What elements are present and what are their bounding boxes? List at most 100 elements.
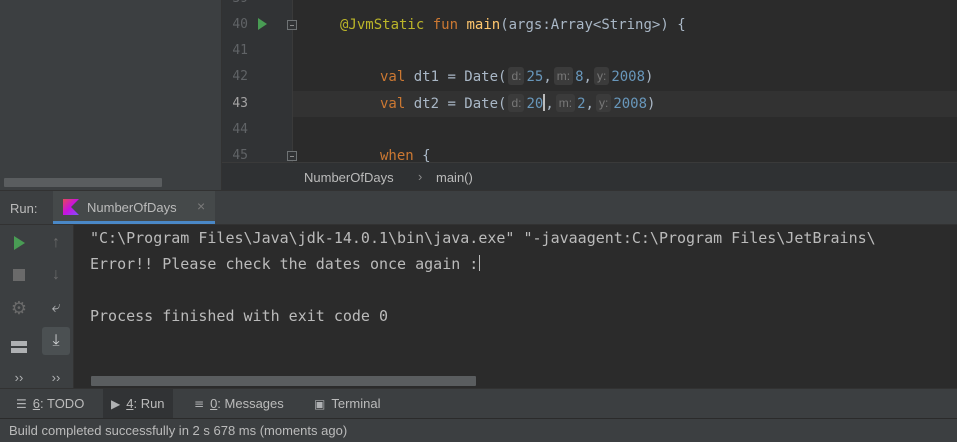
function-name-token: main — [466, 17, 501, 33]
run-main-gutter-icon[interactable] — [258, 18, 267, 30]
stop-button[interactable] — [5, 261, 33, 289]
arrow-down-icon: ↓ — [52, 266, 60, 283]
code-line: when { — [380, 143, 431, 162]
code-line: val dt1 = Date(d: 25, m: 8, y: 2008) — [380, 64, 653, 90]
tool-window-label: : Messages — [217, 396, 284, 411]
line-number-current: 43 — [232, 96, 248, 111]
param-hint-y: y: — [593, 67, 610, 85]
line-number: 42 — [232, 69, 248, 84]
tool-window-run-button[interactable]: ▶ 4: Run — [103, 389, 173, 418]
number-token: 8 — [575, 69, 584, 85]
messages-icon: ≡ — [194, 396, 205, 411]
number-token: 2008 — [611, 69, 646, 85]
project-panel — [0, 0, 222, 190]
keyword-token: val — [380, 96, 406, 112]
status-bar: Build completed successfully in 2 s 678 … — [0, 418, 957, 442]
run-toolbar-primary: ⚙ ›› — [0, 225, 38, 388]
more-actions-button[interactable]: ›› — [5, 363, 33, 391]
comma-token: , — [585, 96, 594, 112]
next-occurrence-button[interactable]: ↓ — [42, 261, 70, 289]
previous-occurrence-button[interactable]: ↑ — [42, 229, 70, 257]
mnemonic: 4 — [126, 396, 134, 411]
param-hint-y: y: — [595, 94, 612, 112]
comma-token: , — [583, 69, 592, 85]
arrow-up-icon: ↑ — [52, 234, 60, 251]
tool-window-label: : Run — [133, 396, 165, 411]
line-number: 40 — [232, 17, 248, 32]
code-area[interactable]: @JvmStatic fun main(args:Array<String>) … — [293, 0, 957, 162]
comma-token: , — [545, 96, 554, 112]
layout-icon — [11, 341, 27, 353]
line-number: 44 — [232, 122, 248, 137]
code-editor[interactable]: 39 40 41 42 43 44 45 @JvmStatic fun main… — [0, 0, 957, 190]
number-token: 2 — [577, 96, 586, 112]
scroll-to-end-icon: ⤓ — [52, 332, 60, 349]
breadcrumb-item-class[interactable]: NumberOfDays — [304, 170, 394, 185]
paren-token: ) — [645, 69, 654, 85]
terminal-icon: ▣ — [314, 396, 326, 411]
project-horizontal-scrollbar[interactable] — [4, 178, 162, 187]
scroll-to-end-button[interactable]: ⤓ — [42, 327, 70, 355]
tool-window-todo-button[interactable]: ☰ 6: TODO — [8, 389, 92, 418]
keyword-token: fun — [432, 17, 459, 33]
number-token: 20 — [526, 96, 544, 112]
param-hint-m: m: — [553, 67, 574, 85]
breadcrumb-separator-icon: › — [418, 169, 423, 184]
param-hint-m: m: — [555, 94, 576, 112]
line-number: 41 — [232, 43, 248, 58]
keyword-token: val — [380, 69, 406, 85]
console-line: "C:\Program Files\Java\jdk-14.0.1\bin\ja… — [90, 229, 876, 247]
close-icon[interactable]: × — [197, 198, 205, 214]
stop-icon — [13, 269, 25, 281]
code-line-current: val dt2 = Date(d: 20, m: 2, y: 2008) — [380, 91, 655, 117]
declaration-token: dt2 = Date( — [405, 96, 507, 112]
run-config-tab[interactable]: NumberOfDays × — [53, 191, 215, 224]
console-horizontal-scrollbar[interactable] — [91, 376, 476, 386]
annotation-token: @JvmStatic — [340, 17, 425, 33]
breadcrumb-item-method[interactable]: main() — [436, 170, 473, 185]
line-number: 39 — [222, 0, 248, 12]
run-window-header: Run: NumberOfDays × — [0, 190, 957, 225]
console-output[interactable]: "C:\Program Files\Java\jdk-14.0.1\bin\ja… — [75, 225, 957, 388]
tool-window-label: Terminal — [331, 396, 381, 411]
param-hint-d: d: — [508, 67, 525, 85]
paren-token: ) — [647, 96, 656, 112]
console-line: Process finished with exit code 0 — [90, 307, 389, 325]
restore-layout-button[interactable] — [5, 333, 33, 361]
number-token: 25 — [526, 69, 544, 85]
tool-window-label: : TODO — [40, 396, 85, 411]
brace-token: { — [413, 148, 431, 162]
play-icon: ▶ — [111, 396, 121, 411]
settings-button[interactable]: ⚙ — [5, 294, 33, 322]
soft-wrap-button[interactable]: ⤶ — [42, 294, 70, 322]
breadcrumb: NumberOfDays › main() — [222, 162, 957, 190]
param-hint-d: d: — [508, 94, 525, 112]
console-line-text: Error!! Please check the dates once agai… — [90, 255, 479, 273]
tool-window-terminal-button[interactable]: ▣ Terminal — [306, 389, 388, 418]
number-token: 2008 — [613, 96, 648, 112]
mnemonic: 6 — [32, 396, 40, 411]
run-tab-label: NumberOfDays — [87, 200, 177, 215]
keyword-token: when — [380, 148, 414, 162]
mnemonic: 0 — [210, 396, 218, 411]
comma-token: , — [543, 69, 552, 85]
soft-wrap-icon: ⤶ — [51, 299, 61, 316]
chevron-double-right-icon: ›› — [51, 369, 61, 385]
tool-window-bar: ☰ 6: TODO ▶ 4: Run ≡ 0: Messages ▣ Terminal — [0, 388, 957, 418]
rerun-button[interactable] — [5, 229, 33, 257]
code-line: @JvmStatic fun main(args:Array<String>) … — [340, 12, 686, 38]
gear-icon: ⚙ — [10, 297, 28, 318]
run-window-label: Run: — [10, 201, 38, 216]
chevron-double-right-icon: ›› — [14, 369, 24, 385]
status-message[interactable]: Build completed successfully in 2 s 678 … — [9, 423, 347, 438]
kotlin-icon — [63, 199, 79, 215]
more-actions-button[interactable]: ›› — [42, 363, 70, 391]
run-toolbar-secondary: ↑ ↓ ⤶ ⤓ ›› — [38, 225, 74, 388]
play-icon — [13, 236, 25, 250]
text-caret — [479, 255, 481, 271]
params-token: (args:Array<String>) { — [500, 17, 686, 33]
list-icon: ☰ — [16, 396, 27, 411]
tool-window-messages-button[interactable]: ≡ 0: Messages — [186, 389, 292, 418]
console-line: Error!! Please check the dates once agai… — [90, 251, 481, 277]
declaration-token: dt1 = Date( — [405, 69, 507, 85]
